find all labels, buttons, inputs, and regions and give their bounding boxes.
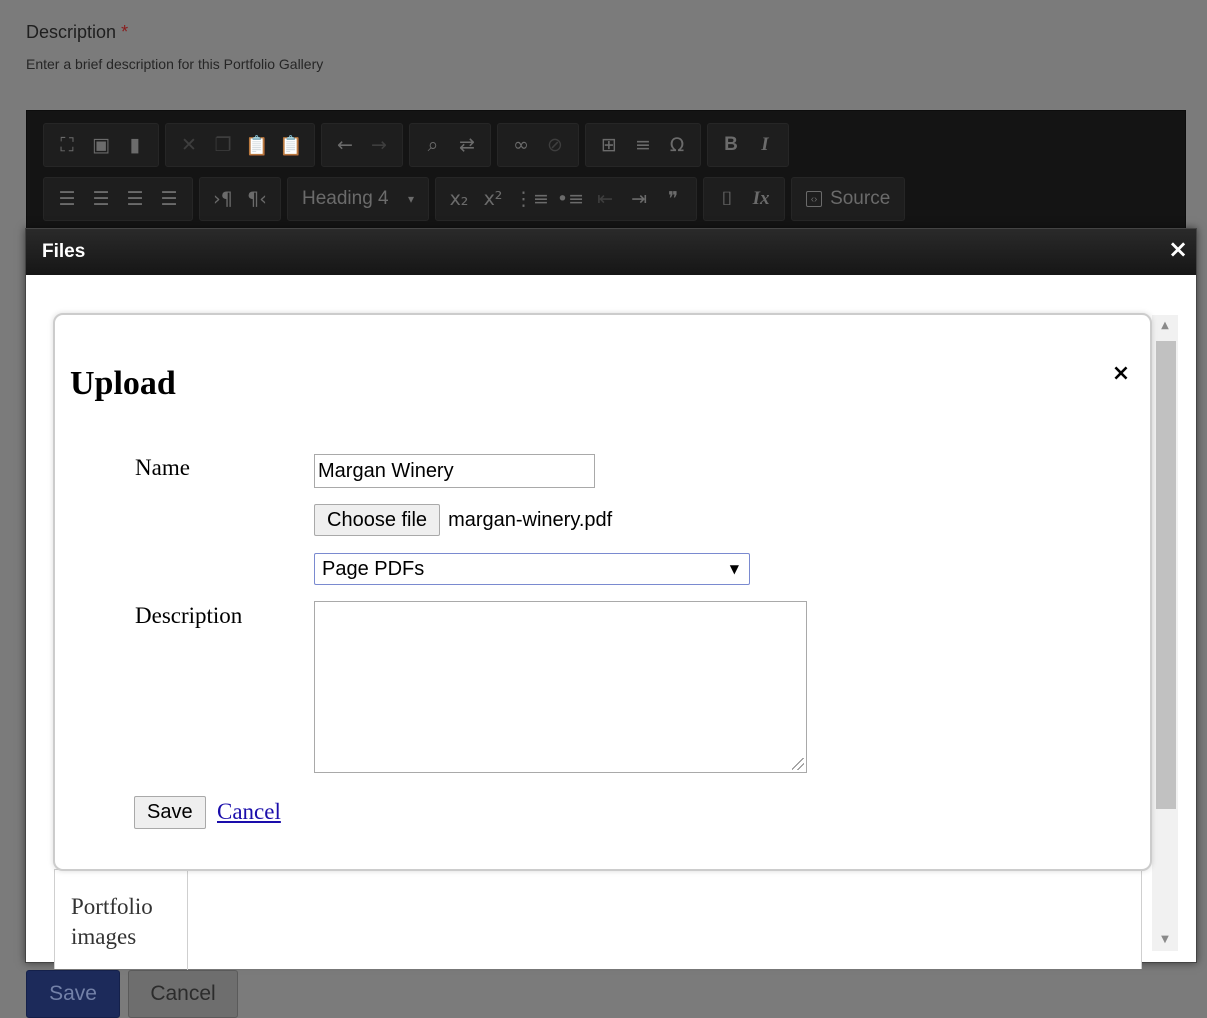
remove-format-icon[interactable]: Ix <box>744 182 778 216</box>
description-label: Description <box>135 603 243 628</box>
upload-save-button[interactable]: Save <box>134 796 206 829</box>
source-icon: ‹› <box>806 191 823 207</box>
upload-title: Upload <box>70 365 176 402</box>
italic-icon[interactable]: I <box>748 128 782 162</box>
source-group: ‹› Source <box>791 177 906 221</box>
format-dropdown[interactable]: Heading 4 ▾ <box>287 177 429 221</box>
portfolio-images-row: Portfolio images <box>54 869 1142 970</box>
page-save-button[interactable]: Save <box>26 970 120 1018</box>
chevron-down-icon: ▾ <box>407 192 414 206</box>
numbered-list-icon[interactable]: ⋮≡ <box>510 182 553 216</box>
name-label: Name <box>135 455 190 480</box>
toolbar-group: ∞ ⊘ <box>497 123 579 167</box>
cut-icon[interactable]: ✕ <box>172 128 206 162</box>
toolbar-group: ⊞ ≡ Ω <box>585 123 701 167</box>
toolbar-group: ⛶ ▣ ▮ <box>43 123 159 167</box>
description-textarea[interactable] <box>314 601 807 773</box>
undo-icon[interactable]: ← <box>328 128 362 162</box>
source-button[interactable]: ‹› Source <box>798 188 898 210</box>
align-center-icon[interactable]: ☰ <box>84 182 118 216</box>
document-icon[interactable]: ▮ <box>118 128 152 162</box>
dropdown-arrow-icon: ▼ <box>729 562 739 576</box>
toolbar-row-1: ⛶ ▣ ▮ ✕ ❐ 📋 📋 ← → ⌕ ⇄ ∞ ⊘ ⊞ ≡ Ω B I <box>43 123 789 167</box>
portfolio-images-label: Portfolio images <box>55 870 188 970</box>
align-left-icon[interactable]: ☰ <box>50 182 84 216</box>
unlink-icon[interactable]: ⊘ <box>538 128 572 162</box>
file-picker: Choose file margan-winery.pdf <box>314 504 612 536</box>
portfolio-label-line1: Portfolio <box>71 894 153 919</box>
toolbar-group: ✕ ❐ 📋 📋 <box>165 123 315 167</box>
selected-file-name: margan-winery.pdf <box>448 508 613 531</box>
toolbar-group: x₂ x² ⋮≡ •≡ ⇤ ⇥ ❞ <box>435 177 698 221</box>
toolbar-group: ☰ ☰ ☰ ☰ <box>43 177 193 221</box>
portfolio-label-line2: images <box>71 924 137 949</box>
toolbar-group: BI <box>707 123 789 167</box>
rtl-icon[interactable]: ¶‹ <box>240 182 274 216</box>
align-right-icon[interactable]: ☰ <box>118 182 152 216</box>
files-modal-title: Files <box>42 241 86 262</box>
description-help-text: Enter a brief description for this Portf… <box>26 56 324 72</box>
outdent-icon[interactable]: ⇤ <box>588 182 622 216</box>
replace-icon[interactable]: ⇄ <box>450 128 484 162</box>
maximize-icon[interactable]: ⛶ <box>50 128 84 162</box>
toolbar-group: ›¶ ¶‹ <box>199 177 281 221</box>
subscript-icon[interactable]: x₂ <box>442 182 476 216</box>
table-icon[interactable]: ⊞ <box>592 128 626 162</box>
toolbar-row-2: ☰ ☰ ☰ ☰ ›¶ ¶‹ Heading 4 ▾ x₂ x² ⋮≡ •≡ ⇤ ⇥ ❞ ⌷ Ix ‹› S… <box>43 177 906 221</box>
scroll-down-arrow-icon[interactable]: ▼ <box>1152 929 1178 951</box>
blockquote-icon[interactable]: ❞ <box>656 182 690 216</box>
format-dropdown-value: Heading 4 <box>302 188 389 209</box>
superscript-icon[interactable]: x² <box>476 182 510 216</box>
required-marker: * <box>121 22 129 42</box>
resize-grip-icon[interactable] <box>792 758 804 770</box>
justify-icon[interactable]: ☰ <box>152 182 186 216</box>
redo-icon[interactable]: → <box>362 128 396 162</box>
upload-cancel-link[interactable]: Cancel <box>217 799 281 825</box>
image-icon[interactable]: ▣ <box>84 128 118 162</box>
find-icon[interactable]: ⌕ <box>416 128 450 162</box>
paste-text-icon[interactable]: 📋 <box>240 128 274 162</box>
scroll-up-arrow-icon[interactable]: ▲ <box>1152 315 1178 337</box>
folder-select[interactable]: Page PDFs ▼ <box>314 553 750 585</box>
bold-icon[interactable]: B <box>714 128 748 162</box>
bulleted-list-icon[interactable]: •≡ <box>553 182 588 216</box>
files-scrollbar[interactable]: ▲ ▼ <box>1152 315 1178 951</box>
horizontal-rule-icon[interactable]: ≡ <box>626 128 660 162</box>
toolbar-group: ⌕ ⇄ <box>409 123 491 167</box>
description-field-label: Description * <box>26 22 129 42</box>
rich-text-editor-toolbar: ⛶ ▣ ▮ ✕ ❐ 📋 📋 ← → ⌕ ⇄ ∞ ⊘ ⊞ ≡ Ω B I ☰ ☰ ☰ ☰ ›¶ ¶‹ Heading 4 ▾ … <box>26 110 1186 230</box>
files-close-icon[interactable]: × <box>1166 237 1190 261</box>
page-cancel-button[interactable]: Cancel <box>128 970 238 1018</box>
link-icon[interactable]: ∞ <box>504 128 538 162</box>
files-modal-header: Files <box>26 229 1196 275</box>
copy-icon[interactable]: ❐ <box>206 128 240 162</box>
create-div-icon[interactable]: ⌷ <box>710 182 744 216</box>
choose-file-button[interactable]: Choose file <box>314 504 441 536</box>
upload-close-icon[interactable]: × <box>1110 363 1132 385</box>
source-label: Source <box>830 188 891 209</box>
special-char-icon[interactable]: Ω <box>660 128 694 162</box>
folder-select-value: Page PDFs <box>322 557 425 580</box>
toolbar-group: ⌷ Ix <box>703 177 786 221</box>
scrollbar-thumb[interactable] <box>1156 341 1176 809</box>
indent-icon[interactable]: ⇥ <box>622 182 656 216</box>
ltr-icon[interactable]: ›¶ <box>206 182 240 216</box>
paste-word-icon[interactable]: 📋 <box>274 128 308 162</box>
files-modal: Files × Portfolio images ▲ ▼ Upload × Na… <box>25 228 1197 970</box>
upload-dialog: Upload × Name Choose file margan-winery.… <box>53 313 1152 871</box>
toolbar-group: ← → <box>321 123 403 167</box>
name-input[interactable] <box>314 454 595 488</box>
